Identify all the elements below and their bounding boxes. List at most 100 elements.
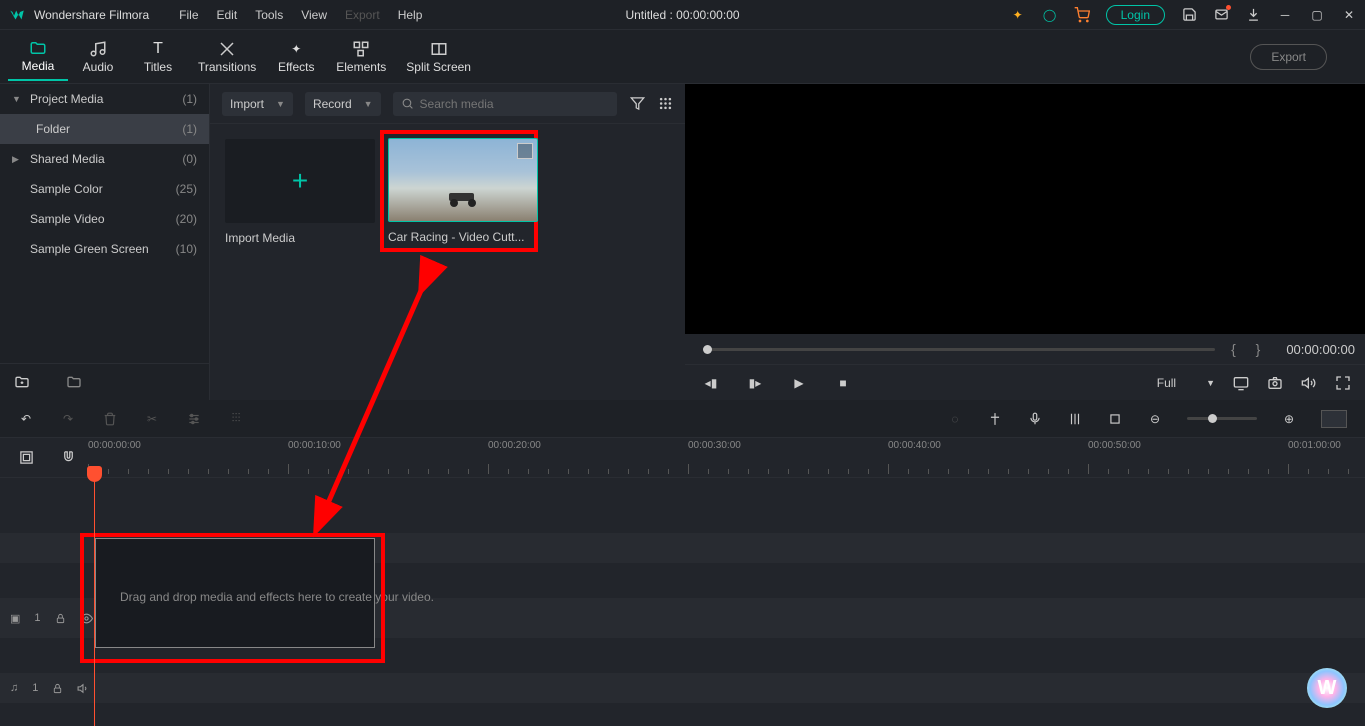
sidebar-sample-video[interactable]: Sample Video(20) (0, 204, 209, 234)
tips-icon[interactable]: ✦ (1010, 7, 1026, 23)
sidebar-shared-media[interactable]: ▶Shared Media(0) (0, 144, 209, 174)
timeline-options-icon[interactable] (18, 450, 34, 466)
quality-dropdown[interactable]: Full▼ (1157, 376, 1215, 390)
tab-effects[interactable]: ✦Effects (266, 34, 326, 80)
preview-pane: { } 00:00:00:00 ◂▮ ▮▸ ▶ ■ Full▼ (685, 84, 1365, 400)
tab-media[interactable]: Media (8, 33, 68, 81)
timeline: 00:00:00:0000:00:10:0000:00:20:0000:00:3… (0, 438, 1365, 726)
tabbar: Media Audio TTitles Transitions ✦Effects… (0, 30, 1365, 84)
tab-titles[interactable]: TTitles (128, 34, 188, 80)
media-clip-car-racing[interactable]: Car Racing - Video Cutt... (388, 138, 538, 244)
record-dropdown[interactable]: Record▼ (305, 92, 381, 116)
tab-audio[interactable]: Audio (68, 34, 128, 80)
undo-icon[interactable]: ↶ (18, 411, 34, 427)
new-folder-icon[interactable] (14, 374, 30, 390)
zoom-out-icon[interactable]: ⊖ (1147, 411, 1163, 427)
annotation-arrow (300, 240, 460, 540)
sidebar-sample-green[interactable]: Sample Green Screen(10) (0, 234, 209, 264)
chevron-down-icon: ▼ (364, 99, 373, 109)
speaker-icon[interactable] (77, 682, 90, 695)
text-icon: T (149, 40, 167, 58)
zoom-in-icon[interactable]: ⊕ (1281, 411, 1297, 427)
folder-open-icon[interactable] (66, 374, 82, 390)
timeline-ruler[interactable]: 00:00:00:0000:00:10:0000:00:20:0000:00:3… (88, 438, 1365, 478)
next-frame-icon[interactable]: ▮▸ (747, 375, 763, 391)
lock-icon[interactable] (55, 613, 66, 624)
marker-icon[interactable] (987, 411, 1003, 427)
mixer-icon[interactable] (1067, 411, 1083, 427)
export-button[interactable]: Export (1250, 44, 1327, 70)
login-button[interactable]: Login (1106, 5, 1165, 25)
search-icon (401, 97, 414, 110)
audio-track-header[interactable]: ♫1 (0, 673, 88, 703)
headset-icon[interactable]: ◯ (1042, 7, 1058, 23)
wondershare-logo-icon[interactable]: W (1307, 668, 1347, 708)
mic-icon[interactable] (1027, 411, 1043, 427)
zoom-slider[interactable] (1187, 417, 1257, 420)
vehicle-icon (444, 185, 484, 209)
annotation-target-box (80, 533, 385, 663)
delete-icon[interactable] (102, 411, 118, 427)
clip-badge-icon (517, 143, 533, 159)
crop-icon[interactable] (1107, 411, 1123, 427)
timeline-toolbar: ↶ ↷ ✂ ⫶⫶⫶ ◌ ⊖ ⊕ (0, 400, 1365, 438)
menu-view[interactable]: View (301, 8, 327, 22)
chevron-down-icon: ▼ (1206, 378, 1215, 388)
magnet-icon[interactable] (60, 450, 76, 466)
sidebar-folder[interactable]: Folder(1) (0, 114, 209, 144)
play-icon[interactable]: ▶ (791, 375, 807, 391)
music-icon (89, 40, 107, 58)
maximize-icon[interactable]: ▢ (1309, 7, 1325, 23)
in-out-brackets[interactable]: { } (1231, 341, 1268, 357)
project-title: Untitled : 00:00:00:00 (625, 8, 739, 22)
close-icon[interactable]: ✕ (1341, 7, 1357, 23)
audio-wave-icon[interactable]: ⫶⫶⫶ (228, 411, 244, 427)
split-icon[interactable]: ✂ (144, 411, 160, 427)
menu-export: Export (345, 8, 380, 22)
titlebar: Wondershare Filmora File Edit Tools View… (0, 0, 1365, 30)
import-dropdown[interactable]: Import▼ (222, 92, 293, 116)
fullscreen-icon[interactable] (1335, 375, 1351, 391)
mini-timeline-icon[interactable] (1321, 410, 1347, 428)
snapshot-icon[interactable] (1267, 375, 1283, 391)
prev-frame-icon[interactable]: ◂▮ (703, 375, 719, 391)
preview-seek[interactable] (703, 348, 1215, 351)
grid-view-icon[interactable] (657, 96, 673, 112)
preview-screen (685, 84, 1365, 334)
sidebar-project-media[interactable]: ▼Project Media(1) (0, 84, 209, 114)
volume-icon[interactable] (1301, 375, 1317, 391)
adjust-icon[interactable] (186, 411, 202, 427)
tab-splitscreen[interactable]: Split Screen (396, 34, 481, 80)
minimize-icon[interactable]: ─ (1277, 7, 1293, 23)
app-name: Wondershare Filmora (34, 8, 149, 22)
tab-elements[interactable]: Elements (326, 34, 396, 80)
splitscreen-icon (430, 40, 448, 58)
cart-icon[interactable] (1074, 7, 1090, 23)
render-icon[interactable]: ◌ (947, 411, 963, 427)
app-logo-icon (8, 6, 26, 24)
save-icon[interactable] (1181, 7, 1197, 23)
lock-icon[interactable] (52, 683, 63, 694)
menu-file[interactable]: File (179, 8, 198, 22)
redo-icon[interactable]: ↷ (60, 411, 76, 427)
plus-icon: + (292, 165, 308, 197)
display-icon[interactable] (1233, 375, 1249, 391)
stop-icon[interactable]: ■ (835, 375, 851, 391)
tab-transitions[interactable]: Transitions (188, 34, 266, 80)
menubar: File Edit Tools View Export Help (179, 8, 422, 22)
video-track-header[interactable]: ▣1 (0, 598, 88, 638)
menu-edit[interactable]: Edit (217, 8, 238, 22)
mail-icon[interactable] (1213, 7, 1229, 23)
filter-icon[interactable] (629, 96, 645, 112)
menu-tools[interactable]: Tools (255, 8, 283, 22)
elements-icon (352, 40, 370, 58)
sparkle-icon: ✦ (287, 40, 305, 58)
media-sidebar: ▼Project Media(1) Folder(1) ▶Shared Medi… (0, 84, 210, 400)
sidebar-sample-color[interactable]: Sample Color(25) (0, 174, 209, 204)
search-input[interactable] (393, 92, 617, 116)
import-media-tile[interactable]: + Import Media (225, 139, 375, 245)
menu-help[interactable]: Help (398, 8, 423, 22)
music-note-icon: ♫ (10, 682, 18, 694)
playhead[interactable] (94, 478, 95, 726)
download-icon[interactable] (1245, 7, 1261, 23)
